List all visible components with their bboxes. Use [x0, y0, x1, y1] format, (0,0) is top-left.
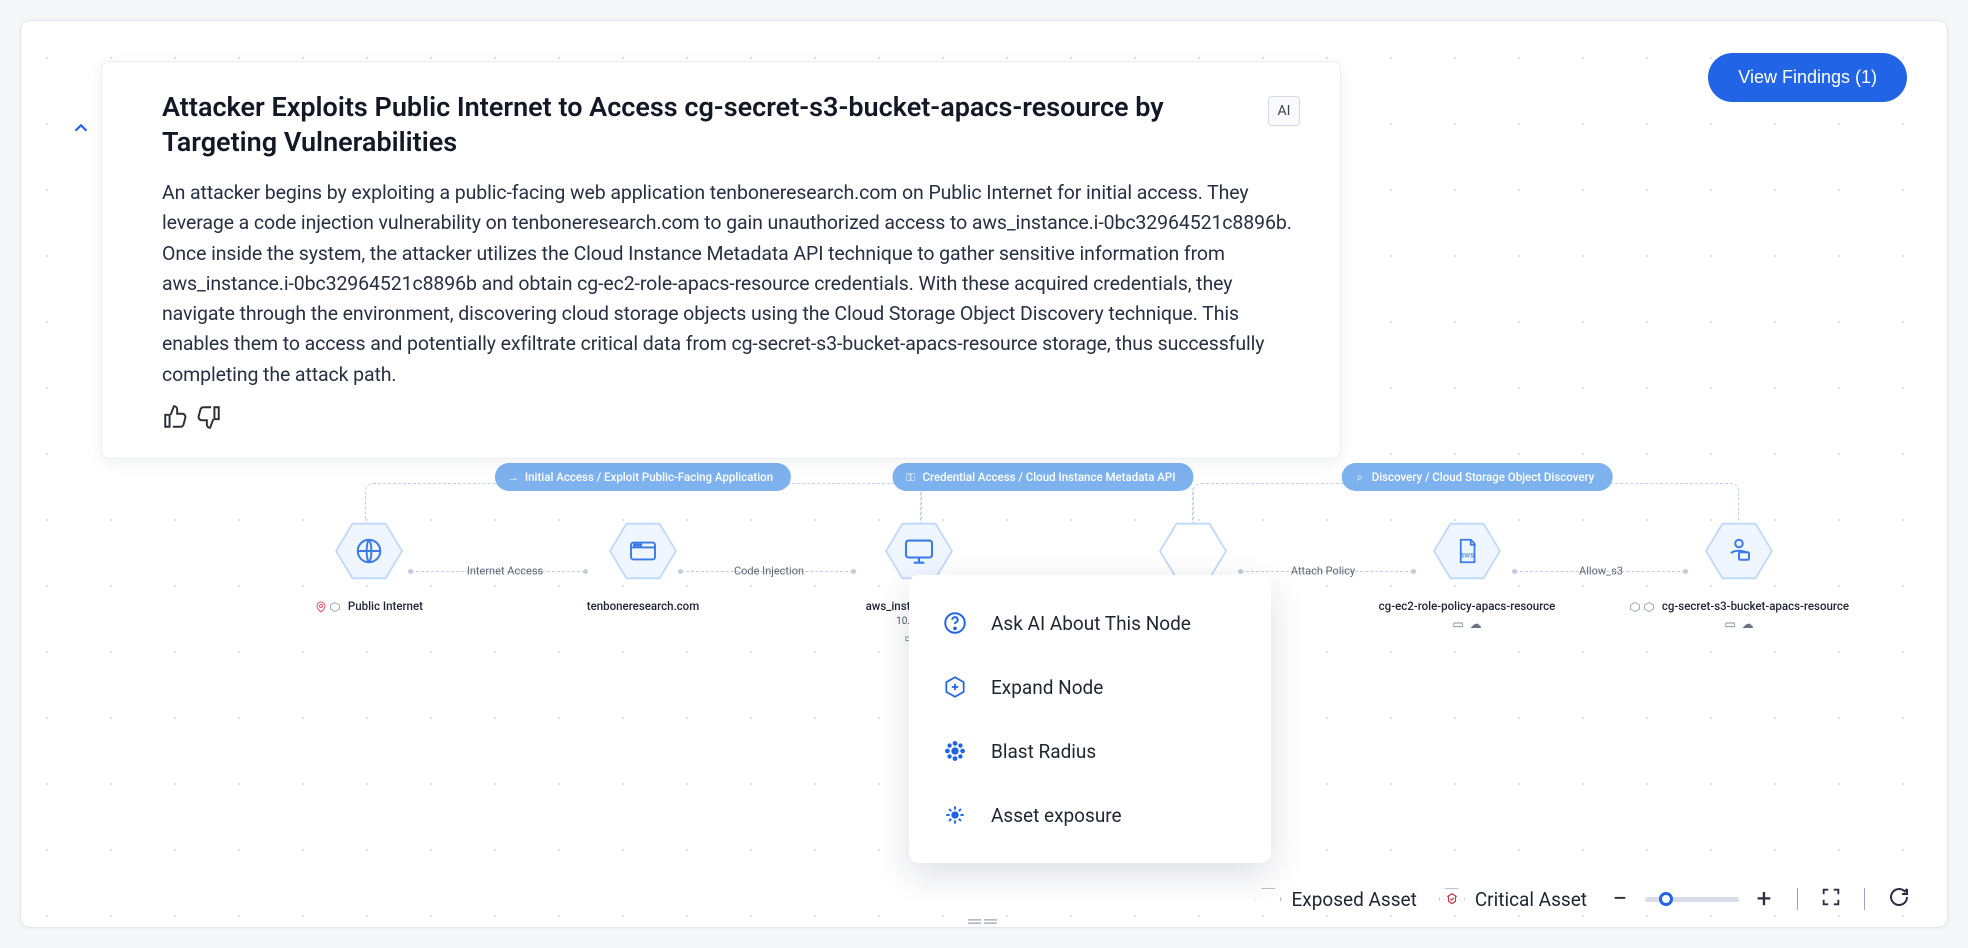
monitor-icon	[903, 538, 935, 564]
hex-mini-icon	[329, 601, 341, 613]
ctx-label: Expand Node	[991, 676, 1103, 699]
pill-label: Initial Access / Exploit Public-Facing A…	[525, 470, 773, 484]
ctx-blast-radius[interactable]: Blast Radius	[909, 719, 1271, 783]
zoom-out-button[interactable]: −	[1609, 886, 1631, 912]
tactic-pill-credential-access[interactable]: ⚿ Credential Access / Cloud Instance Met…	[892, 463, 1193, 491]
globe-icon	[354, 536, 384, 566]
node-webapp[interactable]: tenboneresearch.com	[553, 521, 733, 613]
collapse-chevron-icon[interactable]	[70, 117, 92, 139]
node-mini-icons: ▭☁	[1452, 617, 1481, 631]
pill-label: Credential Access / Cloud Instance Metad…	[922, 470, 1175, 484]
tactic-pill-discovery[interactable]: ⌕ Discovery / Cloud Storage Object Disco…	[1342, 463, 1613, 491]
node-role[interactable]	[1103, 521, 1283, 581]
svg-text:aws: aws	[1460, 549, 1475, 559]
divider	[1797, 888, 1798, 910]
card-title: Attacker Exploits Public Internet to Acc…	[162, 90, 1248, 160]
node-s3-bucket[interactable]: cg-secret-s3-bucket-apacs-resource ▭☁	[1649, 521, 1829, 631]
zoom-controls: − +	[1609, 886, 1775, 912]
thumbs-down-icon[interactable]	[196, 404, 222, 434]
aws-file-icon: aws	[1452, 536, 1482, 566]
ctx-label: Blast Radius	[991, 740, 1096, 763]
edge-label: Allow_s3	[1573, 565, 1629, 578]
pin-icon	[315, 601, 327, 613]
edge-label: Internet Access	[461, 565, 549, 578]
thumbs-up-icon[interactable]	[162, 404, 188, 434]
key-icon: ⚿	[904, 471, 916, 483]
user-bucket-icon	[1724, 536, 1754, 566]
ai-badge: AI	[1268, 96, 1300, 126]
ctx-asset-exposure[interactable]: Asset exposure	[909, 783, 1271, 847]
ctx-label: Asset exposure	[991, 804, 1122, 827]
ctx-ask-ai[interactable]: Ask AI About This Node	[909, 591, 1271, 655]
summary-card: Attacker Exploits Public Internet to Acc…	[101, 61, 1341, 459]
card-body: An attacker begins by exploiting a publi…	[162, 178, 1300, 390]
view-findings-button[interactable]: View Findings (1)	[1708, 53, 1907, 102]
resize-handle-icon[interactable]: ══	[964, 913, 1004, 928]
attack-path-panel: View Findings (1) Attacker Exploits Publ…	[20, 20, 1948, 928]
ctx-label: Ask AI About This Node	[991, 612, 1191, 635]
zoom-thumb[interactable]	[1659, 892, 1673, 906]
question-circle-icon	[941, 609, 969, 637]
node-mini-icons: ▭☁	[1724, 617, 1753, 631]
tactic-pill-initial-access[interactable]: → Initial Access / Exploit Public-Facing…	[495, 463, 791, 491]
node-context-menu: Ask AI About This Node Expand Node Blast…	[909, 575, 1271, 863]
ctx-expand-node[interactable]: Expand Node	[909, 655, 1271, 719]
edge-label: Code Injection	[728, 565, 810, 578]
blast-radius-icon	[941, 737, 969, 765]
divider	[1864, 888, 1865, 910]
diagram-footer: Exposed Asset Critical Asset − +	[1255, 885, 1911, 913]
browser-icon	[628, 539, 658, 563]
legend-critical: Critical Asset	[1439, 888, 1587, 911]
legend-exposed: Exposed Asset	[1255, 888, 1416, 911]
zoom-slider[interactable]	[1645, 897, 1739, 902]
hex-plus-icon	[941, 673, 969, 701]
exposure-icon	[941, 801, 969, 829]
node-policy[interactable]: aws cg-ec2-role-policy-apacs-resource ▭☁	[1377, 521, 1557, 631]
search-icon: ⌕	[1354, 471, 1366, 483]
node-public-internet[interactable]: Public Internet	[279, 521, 459, 613]
hex-critical-icon	[1439, 888, 1465, 911]
arrow-in-icon: →	[507, 471, 519, 483]
refresh-button[interactable]	[1887, 885, 1911, 913]
hex-exposed-icon	[1255, 888, 1281, 911]
fullscreen-button[interactable]	[1820, 886, 1842, 912]
zoom-in-button[interactable]: +	[1753, 886, 1775, 912]
edge-label: Attach Policy	[1285, 565, 1361, 578]
hex-mini-icon	[1629, 601, 1641, 613]
hex-mini-icon	[1643, 601, 1655, 613]
pill-label: Discovery / Cloud Storage Object Discove…	[1372, 470, 1595, 484]
